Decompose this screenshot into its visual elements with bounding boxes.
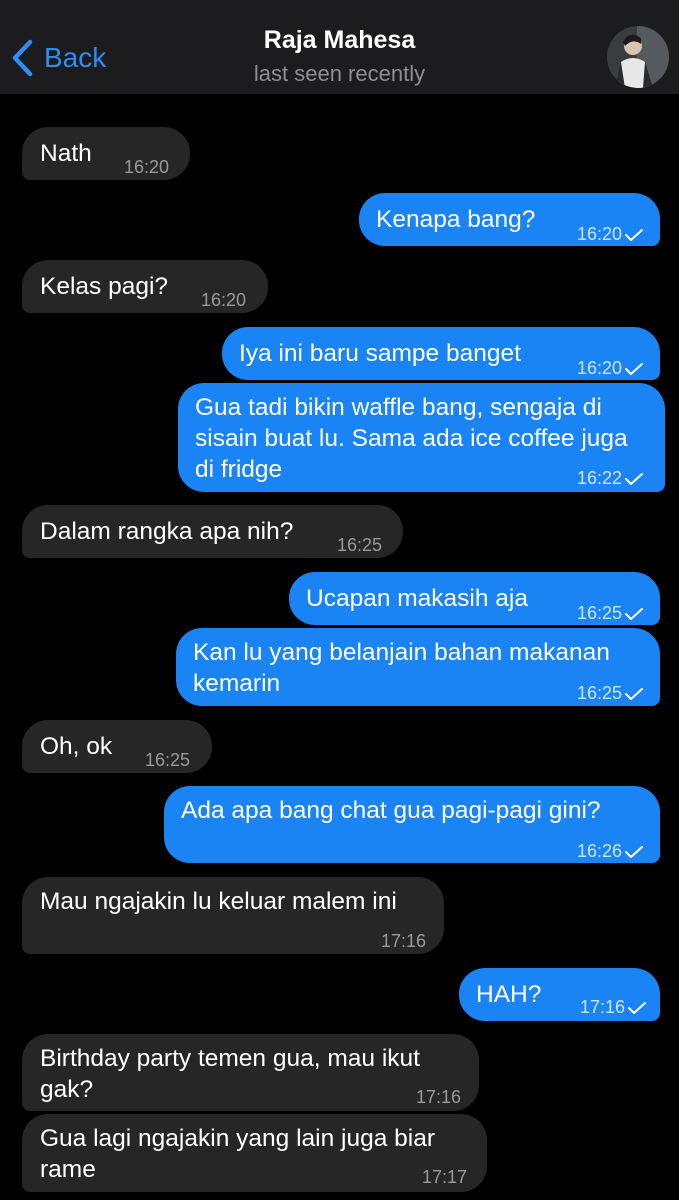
message-text: Kan lu yang belanjain bahan makanan kema… bbox=[193, 639, 610, 697]
read-check-icon bbox=[625, 228, 644, 241]
message-bubble-incoming[interactable]: Nath 16:20 bbox=[22, 127, 190, 180]
message-time: 17:16 bbox=[580, 997, 626, 1017]
message-bubble-outgoing[interactable]: Kenapa bang? 16:20 bbox=[359, 193, 660, 246]
message-time: 17:16 bbox=[416, 1087, 462, 1107]
message-text: Mau ngajakin lu keluar malem ini bbox=[40, 888, 397, 915]
read-check-icon bbox=[625, 845, 644, 858]
message-bubble-outgoing[interactable]: Kan lu yang belanjain bahan makanan kema… bbox=[176, 628, 660, 706]
message-time: 16:25 bbox=[145, 750, 191, 770]
message-bubble-incoming[interactable]: Dalam rangka apa nih? 16:25 bbox=[22, 505, 403, 558]
message-time: 16:22 bbox=[577, 468, 623, 488]
message-time: 16:20 bbox=[577, 358, 623, 378]
chat-header: Back Raja Mahesa last seen recently bbox=[0, 0, 679, 94]
contact-name[interactable]: Raja Mahesa bbox=[0, 26, 679, 55]
read-check-icon bbox=[628, 1001, 647, 1014]
avatar[interactable] bbox=[607, 26, 669, 88]
message-bubble-incoming[interactable]: Mau ngajakin lu keluar malem ini 17:16 bbox=[22, 877, 444, 954]
read-check-icon bbox=[625, 607, 644, 620]
message-text: Dalam rangka apa nih? bbox=[40, 518, 294, 545]
message-bubble-outgoing[interactable]: Iya ini baru sampe banget 16:20 bbox=[222, 327, 660, 380]
message-bubble-outgoing[interactable]: Ucapan makasih aja 16:25 bbox=[289, 572, 660, 625]
contact-status: last seen recently bbox=[253, 61, 426, 86]
message-text: Birthday party temen gua, mau ikut gak? bbox=[40, 1045, 420, 1103]
read-check-icon bbox=[625, 472, 644, 485]
message-time: 16:25 bbox=[337, 535, 383, 555]
message-time: 16:26 bbox=[577, 841, 623, 861]
message-bubble-outgoing[interactable]: HAH? 17:16 bbox=[459, 968, 660, 1021]
avatar-photo-icon bbox=[607, 26, 669, 88]
message-time: 16:20 bbox=[577, 224, 623, 244]
read-check-icon bbox=[625, 362, 644, 375]
message-time: 17:17 bbox=[422, 1167, 468, 1187]
message-bubble-incoming[interactable]: Oh, ok 16:25 bbox=[22, 720, 212, 773]
message-time: 16:25 bbox=[577, 683, 623, 703]
message-text: Ada apa bang chat gua pagi-pagi gini? bbox=[181, 797, 601, 824]
message-time: 17:16 bbox=[381, 931, 427, 951]
message-bubble-outgoing[interactable]: Gua tadi bikin waffle bang, sengaja di s… bbox=[178, 383, 665, 492]
message-bubble-incoming[interactable]: Kelas pagi? 16:20 bbox=[22, 260, 268, 313]
message-time: 16:20 bbox=[201, 290, 247, 310]
message-bubble-outgoing[interactable]: Ada apa bang chat gua pagi-pagi gini? 16… bbox=[164, 786, 660, 863]
read-check-icon bbox=[625, 687, 644, 700]
message-time: 16:20 bbox=[124, 157, 170, 177]
message-time: 16:25 bbox=[577, 603, 623, 623]
message-bubble-incoming[interactable]: Birthday party temen gua, mau ikut gak? … bbox=[22, 1034, 479, 1111]
message-text: Gua lagi ngajakin yang lain juga biar ra… bbox=[40, 1125, 435, 1183]
message-bubble-incoming[interactable]: Gua lagi ngajakin yang lain juga biar ra… bbox=[22, 1114, 487, 1192]
